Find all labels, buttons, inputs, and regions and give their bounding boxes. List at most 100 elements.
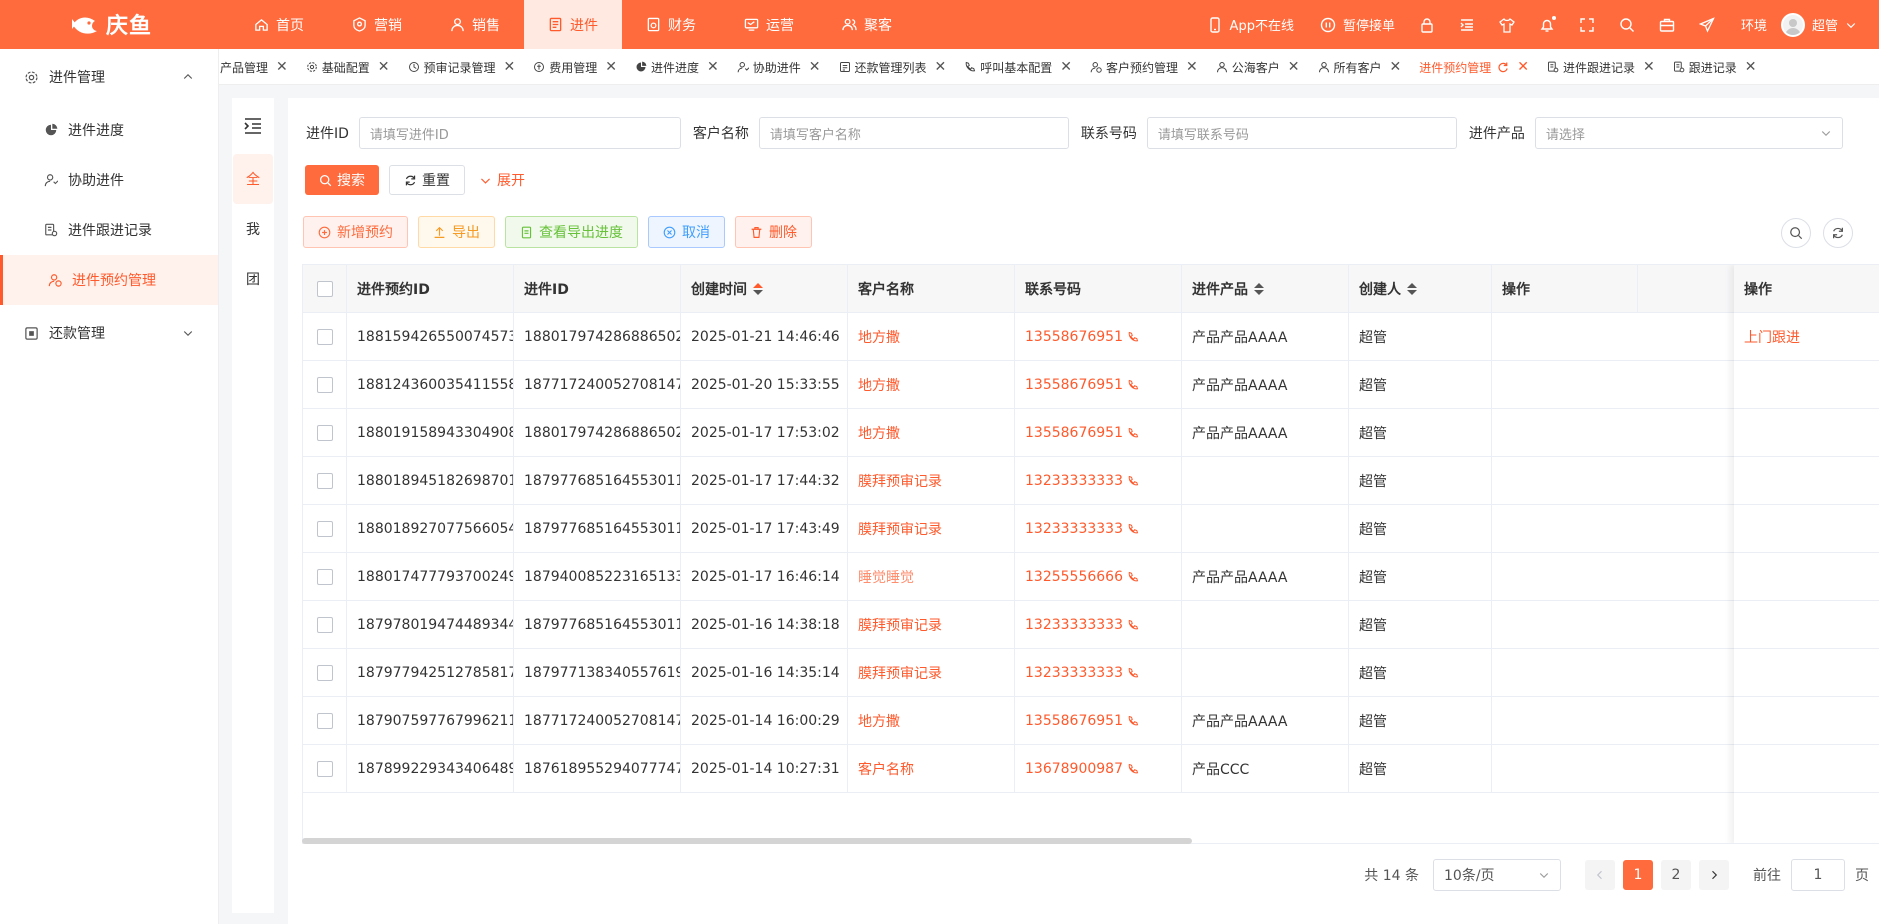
follow-up-visit-link[interactable] (1734, 745, 1879, 793)
sidebar-item-loan-progress[interactable]: 进件进度 (0, 105, 218, 155)
tab-0[interactable]: 产品管理 ✕ (219, 49, 297, 84)
scope-team[interactable]: 团 (232, 254, 274, 304)
row-checkbox[interactable] (316, 617, 333, 633)
tab-4[interactable]: 进件进度 ✕ (626, 49, 728, 84)
close-icon[interactable]: ✕ (378, 59, 390, 75)
page-button-1[interactable]: 1 (1623, 860, 1653, 890)
close-icon[interactable]: ✕ (276, 59, 288, 75)
cell-customer-name[interactable]: 客户名称 (848, 745, 1015, 793)
cell-phone[interactable]: 13233333333 (1015, 649, 1182, 697)
tab-12[interactable]: 进件跟进记录 ✕ (1538, 49, 1664, 84)
cell-phone[interactable]: 13678900987 (1015, 745, 1182, 793)
nav-item-5[interactable]: 运营 (720, 0, 818, 49)
sort-icon[interactable] (1254, 283, 1264, 295)
cell-phone[interactable]: 13233333333 (1015, 457, 1182, 505)
row-checkbox[interactable] (316, 665, 333, 681)
follow-up-visit-link[interactable] (1734, 553, 1879, 601)
phone-icon[interactable] (1127, 523, 1139, 535)
horizontal-scrollbar[interactable] (302, 838, 1192, 844)
cell-phone[interactable]: 13558676951 (1015, 313, 1182, 361)
close-icon[interactable]: ✕ (504, 59, 516, 75)
cell-phone[interactable]: 13255556666 (1015, 553, 1182, 601)
follow-up-visit-link[interactable]: 上门跟进 (1734, 313, 1879, 361)
row-checkbox[interactable] (316, 425, 333, 441)
table-row[interactable]: 1880174777937002498 1879400852231651330 20… (303, 553, 1879, 601)
table-row[interactable]: 1879780194744893441 1879776851645530113 20… (303, 601, 1879, 649)
nav-item-6[interactable]: 聚客 (818, 0, 916, 49)
lock-icon[interactable] (1419, 17, 1435, 33)
table-row[interactable]: 1881594265500745730 1880179742868865026 20… (303, 313, 1879, 361)
row-checkbox[interactable] (316, 569, 333, 585)
reset-button[interactable]: 重置 (389, 165, 465, 195)
cell-customer-name[interactable]: 地方撒 (848, 697, 1015, 745)
table-row[interactable]: 1880189451826987010 1879776851645530113 20… (303, 457, 1879, 505)
phone-icon[interactable] (1127, 379, 1139, 391)
app-status[interactable]: App不在线 (1207, 15, 1294, 34)
page-button-2[interactable]: 2 (1661, 860, 1691, 890)
phone-icon[interactable] (1127, 427, 1139, 439)
follow-up-visit-link[interactable] (1734, 601, 1879, 649)
row-checkbox[interactable] (316, 473, 333, 489)
row-checkbox[interactable] (316, 329, 333, 345)
follow-up-visit-link[interactable] (1734, 457, 1879, 505)
cell-phone[interactable]: 13558676951 (1015, 409, 1182, 457)
delete-button[interactable]: 删除 (735, 216, 812, 248)
cell-customer-name[interactable]: 地方撒 (848, 409, 1015, 457)
row-checkbox[interactable] (316, 713, 333, 729)
phone-icon[interactable] (1127, 715, 1139, 727)
follow-up-visit-link[interactable] (1734, 697, 1879, 745)
table-row[interactable]: 1880191589433049089 1880179742868865026 20… (303, 409, 1879, 457)
close-icon[interactable]: ✕ (1390, 59, 1402, 75)
close-icon[interactable]: ✕ (935, 59, 947, 75)
row-checkbox[interactable] (316, 761, 333, 777)
pause-orders-button[interactable]: 暂停接单 (1320, 15, 1395, 34)
table-row[interactable]: 1881243600354115585 1877172400527081474 20… (303, 361, 1879, 409)
table-row[interactable]: 1880189270775660546 1879776851645530113 20… (303, 505, 1879, 553)
cell-customer-name[interactable]: 膜拜预审记录 (848, 649, 1015, 697)
loan-id-input[interactable]: 请填写进件ID (358, 117, 681, 149)
follow-up-visit-link[interactable] (1734, 649, 1879, 697)
tab-10[interactable]: 所有客户 ✕ (1309, 49, 1411, 84)
add-appointment-button[interactable]: 新增预约 (303, 216, 408, 248)
cell-phone[interactable]: 13233333333 (1015, 601, 1182, 649)
sidebar-item-followup-records[interactable]: 进件跟进记录 (0, 205, 218, 255)
product-select[interactable]: 请选择 (1534, 117, 1843, 149)
send-icon[interactable] (1698, 16, 1715, 33)
brand-logo[interactable]: 庆鱼 (70, 8, 152, 40)
export-progress-button[interactable]: 查看导出进度 (505, 216, 638, 248)
phone-icon[interactable] (1127, 331, 1139, 343)
phone-icon[interactable] (1127, 763, 1139, 775)
next-page-button[interactable] (1699, 860, 1729, 890)
cell-customer-name[interactable]: 地方撒 (848, 313, 1015, 361)
prev-page-button[interactable] (1585, 860, 1615, 890)
follow-up-visit-link[interactable] (1734, 409, 1879, 457)
close-icon[interactable]: ✕ (809, 59, 821, 75)
phone-icon[interactable] (1127, 571, 1139, 583)
tab-8[interactable]: 客户预约管理 ✕ (1081, 49, 1207, 84)
cell-phone[interactable]: 13233333333 (1015, 505, 1182, 553)
sidebar-group-loan-management[interactable]: 进件管理 (0, 49, 218, 105)
table-row[interactable]: 1878992293434064898 1876189552940777473 20… (303, 745, 1879, 793)
close-icon[interactable]: ✕ (1517, 59, 1529, 75)
close-icon[interactable]: ✕ (707, 59, 719, 75)
tab-13[interactable]: 跟进记录 ✕ (1664, 49, 1766, 84)
cell-customer-name[interactable]: 膜拜预审记录 (848, 505, 1015, 553)
nav-item-0[interactable]: 首页 (230, 0, 328, 49)
collapse-menu-icon[interactable] (232, 98, 274, 154)
close-icon[interactable]: ✕ (1643, 59, 1655, 75)
close-icon[interactable]: ✕ (1745, 59, 1757, 75)
cell-customer-name[interactable]: 膜拜预审记录 (848, 601, 1015, 649)
briefcase-icon[interactable] (1659, 17, 1675, 33)
table-row[interactable]: 1879075977679962113 1877172400527081474 20… (303, 697, 1879, 745)
phone-input[interactable]: 请填写联系号码 (1146, 117, 1457, 149)
nav-item-4[interactable]: 财务 (622, 0, 720, 49)
row-checkbox[interactable] (316, 521, 333, 537)
follow-up-visit-link[interactable] (1734, 361, 1879, 409)
tab-3[interactable]: 费用管理 ✕ (524, 49, 626, 84)
refresh-table-button[interactable] (1823, 218, 1853, 248)
fullscreen-icon[interactable] (1579, 17, 1595, 33)
cancel-button[interactable]: 取消 (648, 216, 725, 248)
cell-customer-name[interactable]: 膜拜预审记录 (848, 457, 1015, 505)
close-icon[interactable]: ✕ (605, 59, 617, 75)
user-menu[interactable]: 超管 (1780, 12, 1857, 37)
